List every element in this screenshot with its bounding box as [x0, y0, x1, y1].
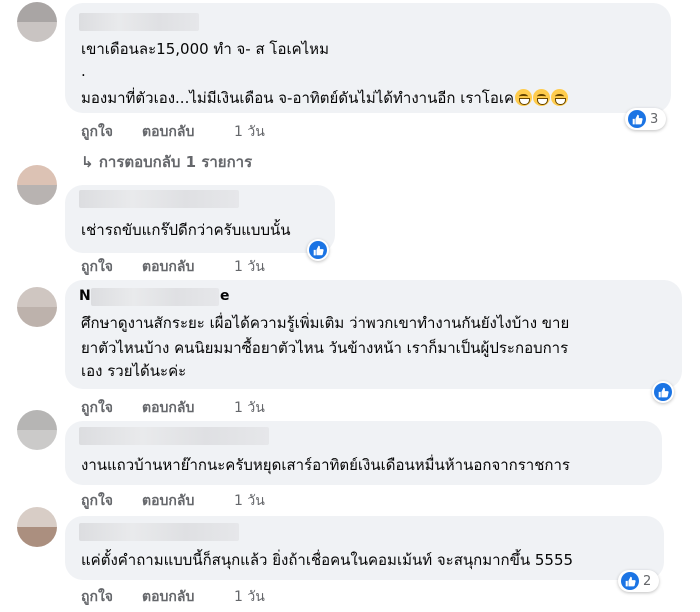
reply-button[interactable]: ตอบกลับ	[142, 121, 194, 143]
timestamp[interactable]: 1 วัน	[234, 586, 265, 608]
comment-bubble: N e ศึกษาดูงานสักระยะ เผื่อได้ความรู้เพิ…	[65, 280, 682, 389]
like-button[interactable]: ถูกใจ	[81, 121, 113, 143]
grinning-face-emoji-icon	[515, 89, 533, 106]
like-button[interactable]: ถูกใจ	[81, 256, 113, 278]
grinning-face-emoji-icon	[551, 89, 569, 106]
avatar[interactable]	[17, 2, 57, 42]
commenter-name-redacted[interactable]	[79, 523, 239, 541]
comment-bubble: เช่ารถขับแกร๊ปดีกว่าครับแบบนั้น	[65, 185, 335, 253]
view-replies-label: การตอบกลับ 1 รายการ	[98, 153, 253, 171]
view-replies-link[interactable]: ↳ การตอบกลับ 1 รายการ	[81, 150, 252, 174]
like-button[interactable]: ถูกใจ	[81, 490, 113, 512]
name-redaction-blur	[91, 288, 219, 306]
avatar[interactable]	[17, 287, 57, 327]
comment-bubble: เขาเดือนละ15,000 ทำ จ- ส โอเคไหม . มองมา…	[65, 3, 671, 113]
comment-text-line: เช่ารถขับแกร๊ปดีกว่าครับแบบนั้น	[81, 221, 291, 239]
comment-text-line: ศึกษาดูงานสักระยะ เผื่อได้ความรู้เพิ่มเต…	[81, 314, 570, 332]
reply-button[interactable]: ตอบกลับ	[142, 490, 194, 512]
reaction-summary[interactable]	[652, 381, 674, 403]
commenter-name-redacted[interactable]: N e	[79, 288, 230, 306]
comment-text-line: เอง รวยได้นะค่ะ	[81, 362, 187, 380]
comment-bubble: แค่ตั้งคำถามแบบนี้ก็สนุกแล้ว ยิ่งถ้าเชื่…	[65, 516, 664, 580]
reaction-summary[interactable]: 3	[625, 108, 667, 130]
reaction-count: 2	[643, 573, 652, 589]
grinning-face-emoji-icon	[533, 89, 551, 106]
comment-text-line: เขาเดือนละ15,000 ทำ จ- ส โอเคไหม	[81, 40, 329, 58]
comment-bubble: งานแถวบ้านหาย๊ากนะครับหยุดเสาร์อาทิตย์เง…	[65, 421, 662, 485]
reply-button[interactable]: ตอบกลับ	[142, 586, 194, 608]
thumbs-up-icon	[628, 110, 646, 128]
name-fragment: e	[220, 288, 230, 304]
commenter-name-redacted[interactable]	[79, 427, 269, 445]
comment-text-line: .	[81, 62, 86, 80]
avatar[interactable]	[17, 410, 57, 450]
comment-text-line: งานแถวบ้านหาย๊ากนะครับหยุดเสาร์อาทิตย์เง…	[81, 456, 570, 474]
reply-button[interactable]: ตอบกลับ	[142, 397, 194, 419]
reply-button[interactable]: ตอบกลับ	[142, 256, 194, 278]
like-button[interactable]: ถูกใจ	[81, 397, 113, 419]
avatar[interactable]	[17, 165, 57, 205]
timestamp[interactable]: 1 วัน	[234, 490, 265, 512]
avatar[interactable]	[17, 507, 57, 547]
timestamp[interactable]: 1 วัน	[234, 121, 265, 143]
thumbs-up-icon	[309, 241, 327, 259]
comment-text-line: แค่ตั้งคำถามแบบนี้ก็สนุกแล้ว ยิ่งถ้าเชื่…	[81, 551, 574, 569]
thumbs-up-icon	[621, 572, 639, 590]
like-button[interactable]: ถูกใจ	[81, 586, 113, 608]
commenter-name-redacted[interactable]	[79, 13, 199, 31]
comment-text-content: มองมาที่ตัวเอง...ไม่มีเงินเดือน จ-อาทิตย…	[81, 89, 515, 107]
name-fragment: N	[79, 288, 91, 304]
reaction-count: 3	[650, 111, 659, 127]
commenter-name-redacted[interactable]	[79, 190, 239, 208]
thumbs-up-icon	[654, 383, 672, 401]
comment-text-line: มองมาที่ตัวเอง...ไม่มีเงินเดือน จ-อาทิตย…	[81, 87, 569, 110]
comment-text-line: ยาตัวไหนบ้าง คนนิยมมาซื้อยาตัวไหน วันข้า…	[81, 339, 569, 357]
timestamp[interactable]: 1 วัน	[234, 256, 265, 278]
reaction-summary[interactable]: 2	[618, 570, 660, 592]
timestamp[interactable]: 1 วัน	[234, 397, 265, 419]
reply-arrow-icon: ↳	[81, 153, 94, 171]
reaction-summary[interactable]	[307, 239, 329, 261]
